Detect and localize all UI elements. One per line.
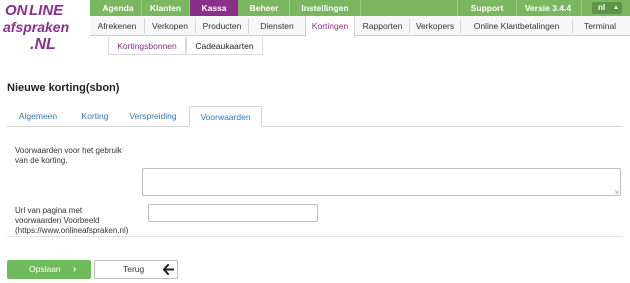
sub-nav-rapporten[interactable]: Rapporten bbox=[356, 16, 409, 36]
url-label: Url van pagina met voorwaarden Voorbeeld… bbox=[15, 206, 128, 236]
sub-nav-terminal[interactable]: Terminal bbox=[573, 16, 627, 36]
top-nav-klanten[interactable]: Klanten bbox=[142, 0, 189, 16]
back-button-label: Terug bbox=[123, 264, 145, 274]
resize-handle-icon[interactable]: ⇲ bbox=[614, 189, 619, 196]
top-nav-agenda[interactable]: Agenda bbox=[95, 0, 141, 16]
logo[interactable]: ON LINE afspraken .NL bbox=[2, 1, 84, 51]
save-button-label: Opslaan bbox=[29, 264, 61, 274]
top-nav-instellingen[interactable]: Instellingen bbox=[290, 0, 360, 16]
arrow-left-icon bbox=[163, 264, 174, 275]
sub-nav-kortingen[interactable]: Kortingen bbox=[305, 16, 355, 37]
url-input[interactable] bbox=[148, 204, 318, 222]
url-label-line: (https://www.onlineafspraken.nl) bbox=[15, 226, 129, 235]
top-nav-kassa[interactable]: Kassa bbox=[190, 0, 238, 16]
top-nav-divider bbox=[581, 0, 582, 16]
terms-label: Voorwaarden voor het gebruik van de kort… bbox=[15, 146, 122, 166]
terms-label-line: Voorwaarden voor het gebruik bbox=[15, 146, 122, 155]
svg-text:LINE: LINE bbox=[29, 2, 64, 19]
sub-nav-bar: Afrekenen Verkopen Producten Diensten Ko… bbox=[90, 16, 630, 37]
top-nav-beheer[interactable]: Beheer bbox=[239, 0, 289, 16]
terms-textarea[interactable] bbox=[142, 168, 621, 196]
chevron-right-icon: › bbox=[73, 264, 77, 275]
url-label-line: Url van pagina met bbox=[15, 206, 83, 215]
svg-text:afspraken: afspraken bbox=[3, 19, 69, 35]
sub-sub-nav-kortingsbonnen[interactable]: Kortingsbonnen bbox=[108, 37, 186, 55]
sub-nav-diensten[interactable]: Diensten bbox=[249, 16, 305, 36]
language-value: nl bbox=[598, 3, 606, 12]
page: { "logo": {"text": "ONLINE afspraken.NL"… bbox=[0, 0, 630, 283]
page-title: Nieuwe korting(sbon) bbox=[7, 82, 120, 94]
url-label-line: voorwaarden Voorbeeld bbox=[15, 216, 100, 225]
tab-voorwaarden[interactable]: Voorwaarden bbox=[189, 106, 262, 127]
sub-sub-nav-cadeaukaarten[interactable]: Cadeaukaarten bbox=[186, 37, 263, 55]
top-nav-bar: Agenda Klanten Kassa Beheer Instellingen… bbox=[90, 0, 630, 16]
form-divider bbox=[7, 236, 623, 237]
sub-nav-online-klantbetalingen[interactable]: Online Klantbetalingen bbox=[461, 16, 572, 36]
top-nav-support[interactable]: Support bbox=[458, 0, 516, 16]
tab-algemeen[interactable]: Algemeen bbox=[8, 106, 68, 127]
top-nav-divider bbox=[360, 0, 361, 16]
save-button[interactable]: Opslaan › bbox=[7, 260, 91, 279]
terms-label-line: van de korting. bbox=[15, 156, 68, 165]
svg-text:ON: ON bbox=[5, 2, 29, 19]
select-arrows-icon: ▲︎ bbox=[613, 5, 619, 11]
tab-verspreiding[interactable]: Verspreiding bbox=[122, 106, 184, 127]
sub-nav-verkopers[interactable]: Verkopers bbox=[410, 16, 460, 36]
sub-nav-producten[interactable]: Producten bbox=[196, 16, 248, 36]
sub-nav-afrekenen[interactable]: Afrekenen bbox=[90, 16, 144, 36]
tab-korting[interactable]: Korting bbox=[70, 106, 120, 127]
language-select[interactable]: nl ▲︎ bbox=[592, 2, 622, 14]
back-button[interactable]: Terug bbox=[94, 260, 178, 279]
version-label: Versie 3.4.4 bbox=[524, 3, 572, 13]
svg-text:.NL: .NL bbox=[30, 36, 56, 51]
sub-nav-verkopen[interactable]: Verkopen bbox=[145, 16, 195, 36]
